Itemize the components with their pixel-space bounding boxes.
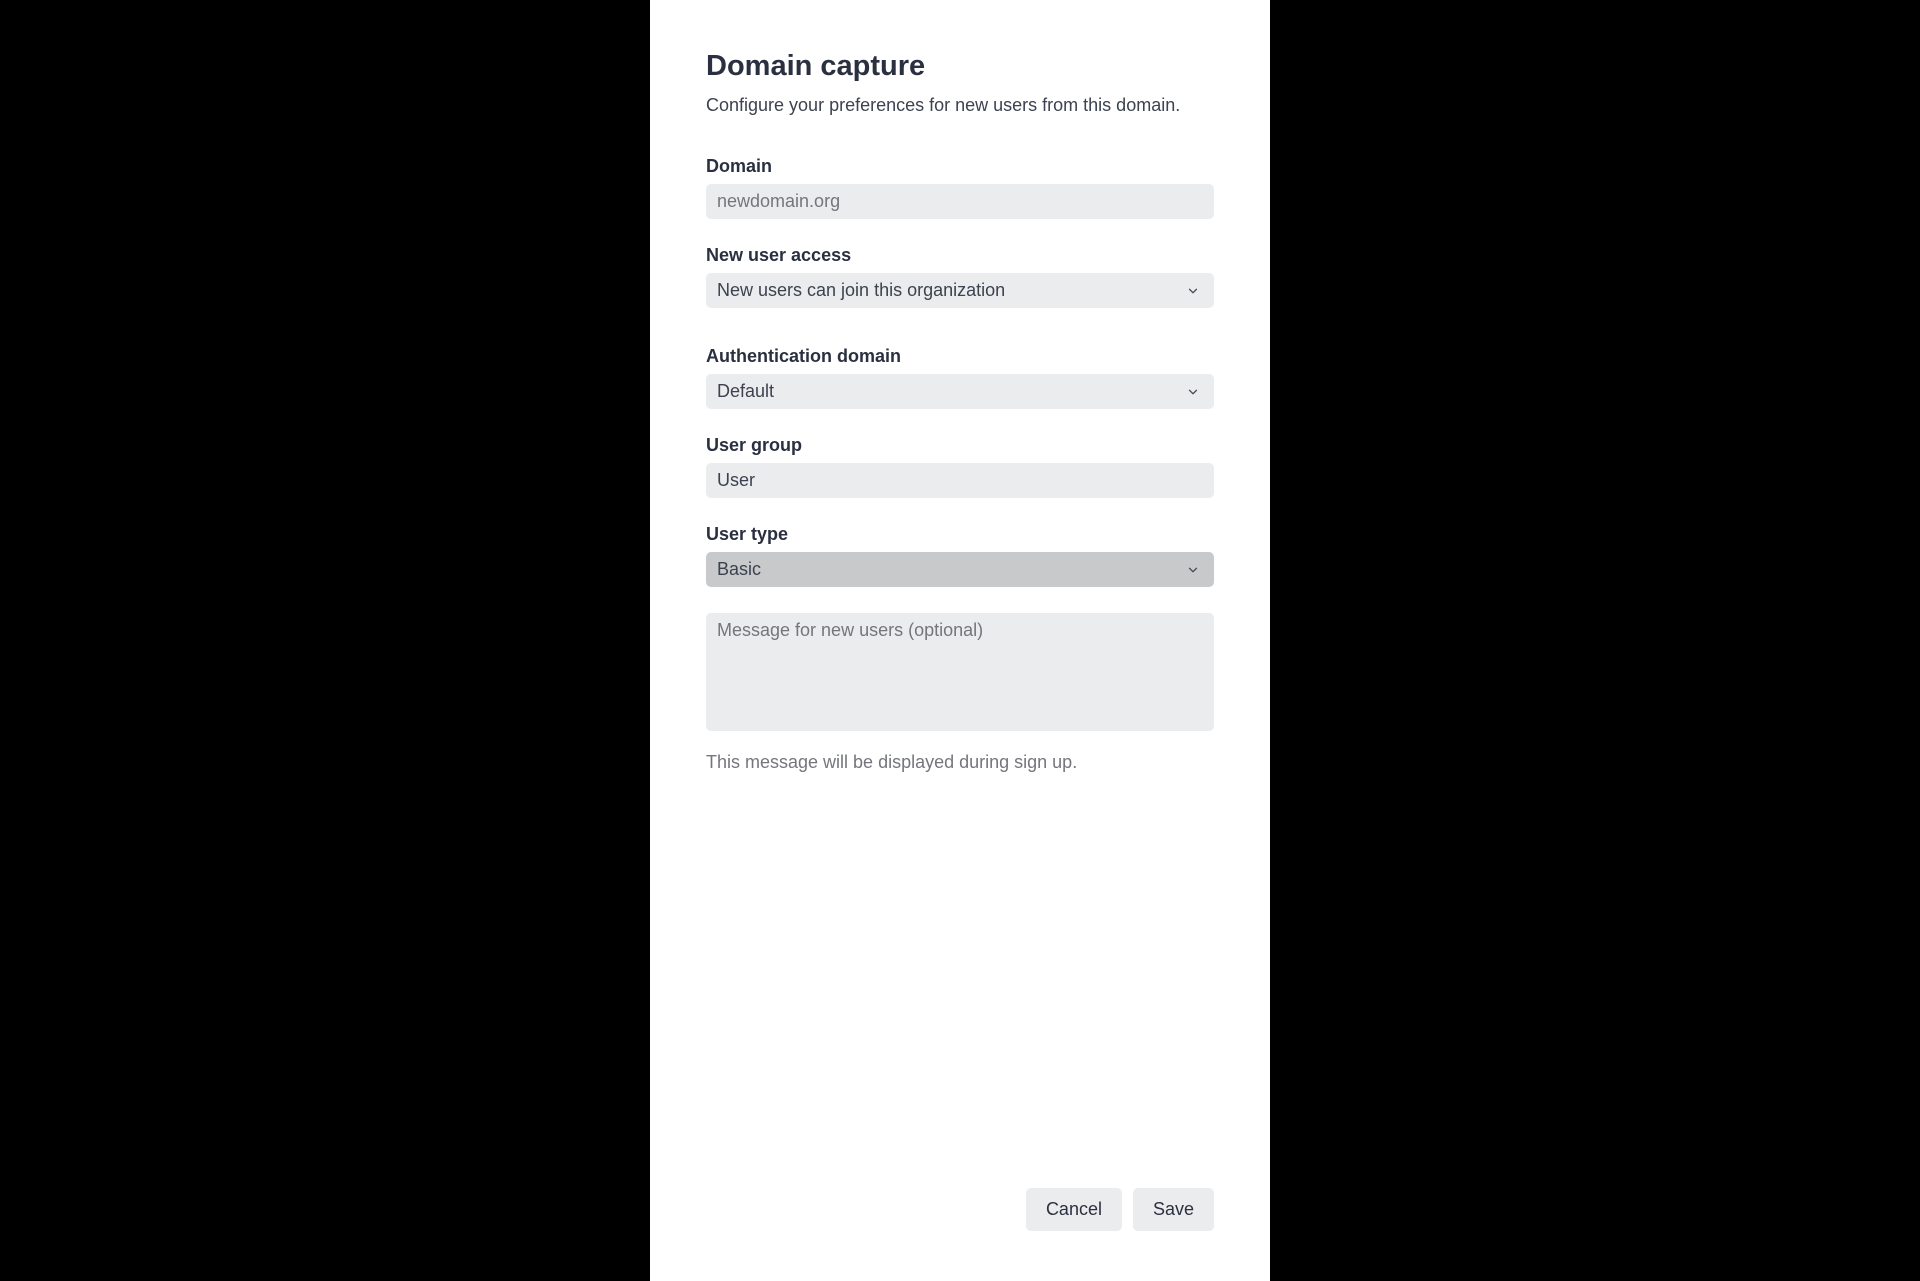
domain-group: Domain xyxy=(706,156,1214,219)
message-hint: This message will be displayed during si… xyxy=(706,752,1214,773)
user-group-input[interactable] xyxy=(706,463,1214,498)
domain-input[interactable] xyxy=(706,184,1214,219)
auth-domain-group: Authentication domain Default xyxy=(706,346,1214,409)
user-group-group: User group xyxy=(706,435,1214,498)
new-user-access-select[interactable]: New users can join this organization xyxy=(706,273,1214,308)
dialog-actions: Cancel Save xyxy=(706,1188,1214,1251)
domain-label: Domain xyxy=(706,156,1214,177)
auth-domain-select[interactable]: Default xyxy=(706,374,1214,409)
cancel-button[interactable]: Cancel xyxy=(1026,1188,1122,1231)
auth-domain-label: Authentication domain xyxy=(706,346,1214,367)
auth-domain-value: Default xyxy=(706,374,1214,409)
user-type-group: User type Basic xyxy=(706,524,1214,587)
new-user-access-value: New users can join this organization xyxy=(706,273,1214,308)
new-user-access-group: New user access New users can join this … xyxy=(706,245,1214,308)
save-button[interactable]: Save xyxy=(1133,1188,1214,1231)
message-group: This message will be displayed during si… xyxy=(706,613,1214,773)
message-textarea[interactable] xyxy=(706,613,1214,731)
page-title: Domain capture xyxy=(706,50,1214,83)
user-type-select[interactable]: Basic xyxy=(706,552,1214,587)
page-subtitle: Configure your preferences for new users… xyxy=(706,95,1214,116)
domain-capture-panel: Domain capture Configure your preference… xyxy=(650,0,1270,1281)
user-group-label: User group xyxy=(706,435,1214,456)
user-type-label: User type xyxy=(706,524,1214,545)
new-user-access-label: New user access xyxy=(706,245,1214,266)
user-type-value: Basic xyxy=(706,552,1214,587)
